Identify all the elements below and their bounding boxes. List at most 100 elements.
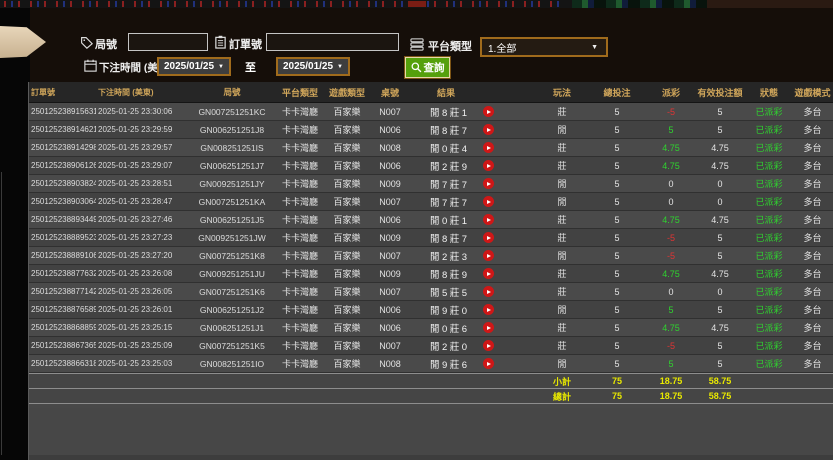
play-icon[interactable] [482, 358, 494, 369]
order-number-cell: 250125238906126 [31, 161, 96, 170]
game-type-cell: 百家樂 [333, 323, 361, 333]
bet-records-table: 訂單號 下注時間 (美東) 局號 平台類型 遊戲類型 桌號 結果 玩法 總投注 派彩 有效投注額 狀態… [28, 82, 833, 460]
game-type-cell: 百家樂 [333, 143, 361, 153]
round-number-input[interactable] [128, 33, 208, 51]
total-bet-cell: 5 [614, 214, 620, 225]
date-from-picker[interactable]: 2025/01/25 ▼ [157, 57, 231, 76]
payout-cell: 4.75 [662, 142, 680, 153]
game-type-cell: 百家樂 [333, 287, 361, 297]
status-cell: 已派彩 [755, 125, 783, 135]
table-row: 250125238889523 2025-01-25 23:27:23 GN00… [29, 229, 833, 247]
result-text: 閒2莊3 [430, 251, 470, 263]
platform-cell: 卡卡灣廳 [281, 269, 318, 279]
bet-time-cell: 2025-01-25 23:26:01 [98, 305, 173, 314]
subtotal-label: 小計 [552, 376, 571, 387]
column-header: 有效投注額 [697, 87, 743, 98]
play-type-cell: 莊 [557, 233, 567, 243]
total-bet-cell: 5 [614, 196, 620, 207]
table-row: 250125238893449 2025-01-25 23:27:46 GN00… [29, 211, 833, 229]
result-text: 閒7莊7 [430, 179, 470, 191]
table-number-cell: N008 [379, 142, 401, 153]
play-icon[interactable] [482, 286, 494, 297]
round-id-cell: GN007251251KA [198, 196, 266, 207]
table-row: 250125238914621 2025-01-25 23:29:59 GN00… [29, 121, 833, 139]
total-bet-cell: 5 [614, 358, 620, 369]
payout-cell: 5 [668, 124, 674, 135]
column-header: 下注時間 (美東) [98, 87, 154, 97]
platform-cell: 卡卡灣廳 [281, 251, 318, 261]
round-id-cell: GN009251251JY [199, 178, 265, 189]
table-number-cell: N007 [379, 286, 401, 297]
payout-cell: 0 [668, 178, 674, 189]
platform-cell: 卡卡灣廳 [281, 305, 318, 315]
valid-bet-cell: 5 [717, 250, 723, 261]
order-number-input[interactable] [266, 33, 399, 51]
valid-bet-cell: 0 [717, 286, 723, 297]
platform-type-select[interactable]: 1.全部 ▼ [480, 37, 608, 57]
play-icon[interactable] [482, 250, 494, 261]
play-icon[interactable] [482, 124, 494, 135]
order-number-cell: 250125238877632 [31, 269, 96, 278]
platform-cell: 卡卡灣廳 [281, 197, 318, 207]
valid-bet-cell: 5 [717, 340, 723, 351]
result-cell: 閒2莊9 [410, 157, 538, 174]
round-id-cell: GN009251251JW [198, 232, 266, 243]
play-icon[interactable] [482, 214, 494, 225]
play-icon[interactable] [482, 322, 494, 333]
total-bet-cell: 5 [614, 250, 620, 261]
date-to-picker[interactable]: 2025/01/25 ▼ [276, 57, 350, 76]
payout-cell: -5 [666, 232, 675, 243]
total-valid: 58.75 [708, 391, 732, 401]
game-type-cell: 百家樂 [333, 179, 361, 189]
play-icon[interactable] [482, 196, 494, 207]
play-icon[interactable] [482, 232, 494, 243]
round-id-cell: GN006251251J8 [199, 124, 265, 135]
round-id-cell: GN006251251J2 [199, 304, 265, 315]
game-mode-cell: 多台 [803, 341, 822, 351]
background-edge-line [1, 172, 2, 455]
play-icon[interactable] [482, 268, 494, 279]
result-cell: 閒2莊0 [410, 337, 538, 354]
round-id-cell: GN007251251K6 [199, 286, 265, 297]
table-row: 250125238868859 2025-01-25 23:25:15 GN00… [29, 319, 833, 337]
play-icon[interactable] [482, 106, 494, 117]
platform-cell: 卡卡灣廳 [281, 107, 318, 117]
table-row: 250125238903824 2025-01-25 23:28:51 GN00… [29, 175, 833, 193]
bet-time-cell: 2025-01-25 23:29:07 [98, 161, 173, 170]
play-icon[interactable] [482, 340, 494, 351]
bet-time-cell: 2025-01-25 23:27:23 [98, 233, 173, 242]
game-type-cell: 百家樂 [333, 197, 361, 207]
play-icon[interactable] [482, 178, 494, 189]
status-cell: 已派彩 [755, 233, 783, 243]
order-number-cell: 250125238867365 [31, 341, 96, 350]
status-cell: 已派彩 [755, 143, 783, 153]
result-cell: 閒7莊7 [410, 175, 538, 192]
payout-cell: 5 [668, 304, 674, 315]
game-mode-cell: 多台 [803, 323, 822, 333]
result-cell: 閒8莊1 [410, 103, 538, 120]
clipboard-icon [214, 35, 227, 54]
valid-bet-cell: 4.75 [711, 142, 729, 153]
table-row: 250125238914298 2025-01-25 23:29:57 GN00… [29, 139, 833, 157]
search-button[interactable]: 查詢 [405, 57, 450, 78]
play-type-cell: 閒 [557, 179, 567, 189]
date-from-value: 2025/01/25 [163, 61, 215, 72]
total-bet-cell: 5 [614, 268, 620, 279]
play-icon[interactable] [482, 142, 494, 153]
table-number-cell: N007 [379, 250, 401, 261]
column-header: 遊戲模式 [794, 87, 831, 98]
payout-cell: 4.75 [662, 214, 680, 225]
payout-cell: 0 [668, 196, 674, 207]
valid-bet-cell: 4.75 [711, 268, 729, 279]
result-cell: 閒0莊4 [410, 139, 538, 156]
valid-bet-cell: 0 [717, 178, 723, 189]
table-empty-area [29, 408, 833, 460]
game-mode-cell: 多台 [803, 251, 822, 261]
game-type-cell: 百家樂 [333, 359, 361, 369]
play-icon[interactable] [482, 304, 494, 315]
play-icon[interactable] [482, 160, 494, 171]
result-cell: 閒8莊9 [410, 265, 538, 282]
green-block-decoration [572, 0, 707, 8]
platform-cell: 卡卡灣廳 [281, 215, 318, 225]
status-cell: 已派彩 [755, 305, 783, 315]
